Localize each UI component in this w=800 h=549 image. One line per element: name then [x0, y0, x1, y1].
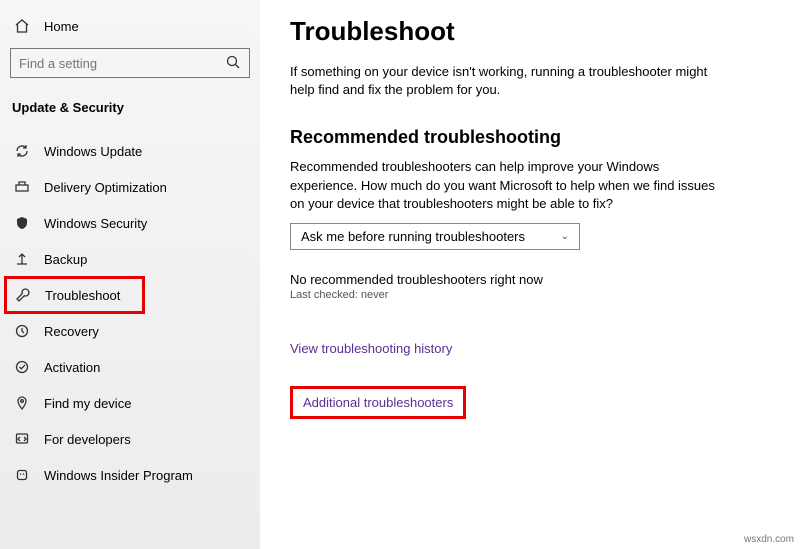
recommended-heading: Recommended troubleshooting: [290, 127, 770, 148]
intro-text: If something on your device isn't workin…: [290, 63, 720, 99]
sidebar-item-windows-security[interactable]: Windows Security: [0, 205, 260, 241]
sidebar-item-label: Windows Security: [44, 216, 147, 231]
search-field[interactable]: [19, 56, 219, 71]
search-container: [0, 42, 260, 82]
additional-troubleshooters-link[interactable]: Additional troubleshooters: [290, 386, 466, 419]
sidebar-item-label: Find my device: [44, 396, 131, 411]
sidebar-item-windows-insider[interactable]: Windows Insider Program: [0, 457, 260, 493]
home-icon: [14, 18, 30, 34]
search-icon: [225, 54, 241, 73]
sidebar-item-troubleshoot[interactable]: Troubleshoot: [4, 276, 145, 314]
search-input[interactable]: [10, 48, 250, 78]
page-title: Troubleshoot: [290, 16, 770, 47]
view-history-link[interactable]: View troubleshooting history: [290, 341, 452, 356]
shield-icon: [14, 215, 30, 231]
sidebar-item-activation[interactable]: Activation: [0, 349, 260, 385]
sidebar-item-find-my-device[interactable]: Find my device: [0, 385, 260, 421]
settings-sidebar: Home Update & Security Windows Update De…: [0, 0, 260, 549]
sidebar-item-label: Windows Update: [44, 144, 142, 159]
backup-icon: [14, 251, 30, 267]
troubleshoot-preference-dropdown[interactable]: Ask me before running troubleshooters ⌄: [290, 223, 580, 250]
sidebar-item-label: Delivery Optimization: [44, 180, 167, 195]
main-content: Troubleshoot If something on your device…: [260, 0, 800, 549]
nav-home-label: Home: [44, 19, 79, 34]
sidebar-item-label: Windows Insider Program: [44, 468, 193, 483]
sidebar-section-title: Update & Security: [0, 82, 260, 133]
developer-icon: [14, 431, 30, 447]
dropdown-value: Ask me before running troubleshooters: [301, 229, 525, 244]
sidebar-item-label: For developers: [44, 432, 131, 447]
sidebar-item-label: Backup: [44, 252, 87, 267]
location-icon: [14, 395, 30, 411]
insider-icon: [14, 467, 30, 483]
recovery-icon: [14, 323, 30, 339]
last-checked-text: Last checked: never: [290, 289, 770, 301]
sidebar-item-label: Activation: [44, 360, 100, 375]
sync-icon: [14, 143, 30, 159]
recommendation-status: No recommended troubleshooters right now: [290, 272, 770, 287]
sidebar-item-delivery-optimization[interactable]: Delivery Optimization: [0, 169, 260, 205]
sidebar-item-label: Recovery: [44, 324, 99, 339]
chevron-down-icon: ⌄: [561, 231, 569, 242]
sidebar-item-windows-update[interactable]: Windows Update: [0, 133, 260, 169]
sidebar-item-backup[interactable]: Backup: [0, 241, 260, 277]
sidebar-item-label: Troubleshoot: [45, 288, 120, 303]
sidebar-item-for-developers[interactable]: For developers: [0, 421, 260, 457]
check-circle-icon: [14, 359, 30, 375]
delivery-icon: [14, 179, 30, 195]
nav-home[interactable]: Home: [0, 10, 260, 42]
watermark-text: wsxdn.com: [744, 534, 794, 545]
recommended-body: Recommended troubleshooters can help imp…: [290, 158, 720, 213]
wrench-icon: [15, 287, 31, 303]
sidebar-item-recovery[interactable]: Recovery: [0, 313, 260, 349]
